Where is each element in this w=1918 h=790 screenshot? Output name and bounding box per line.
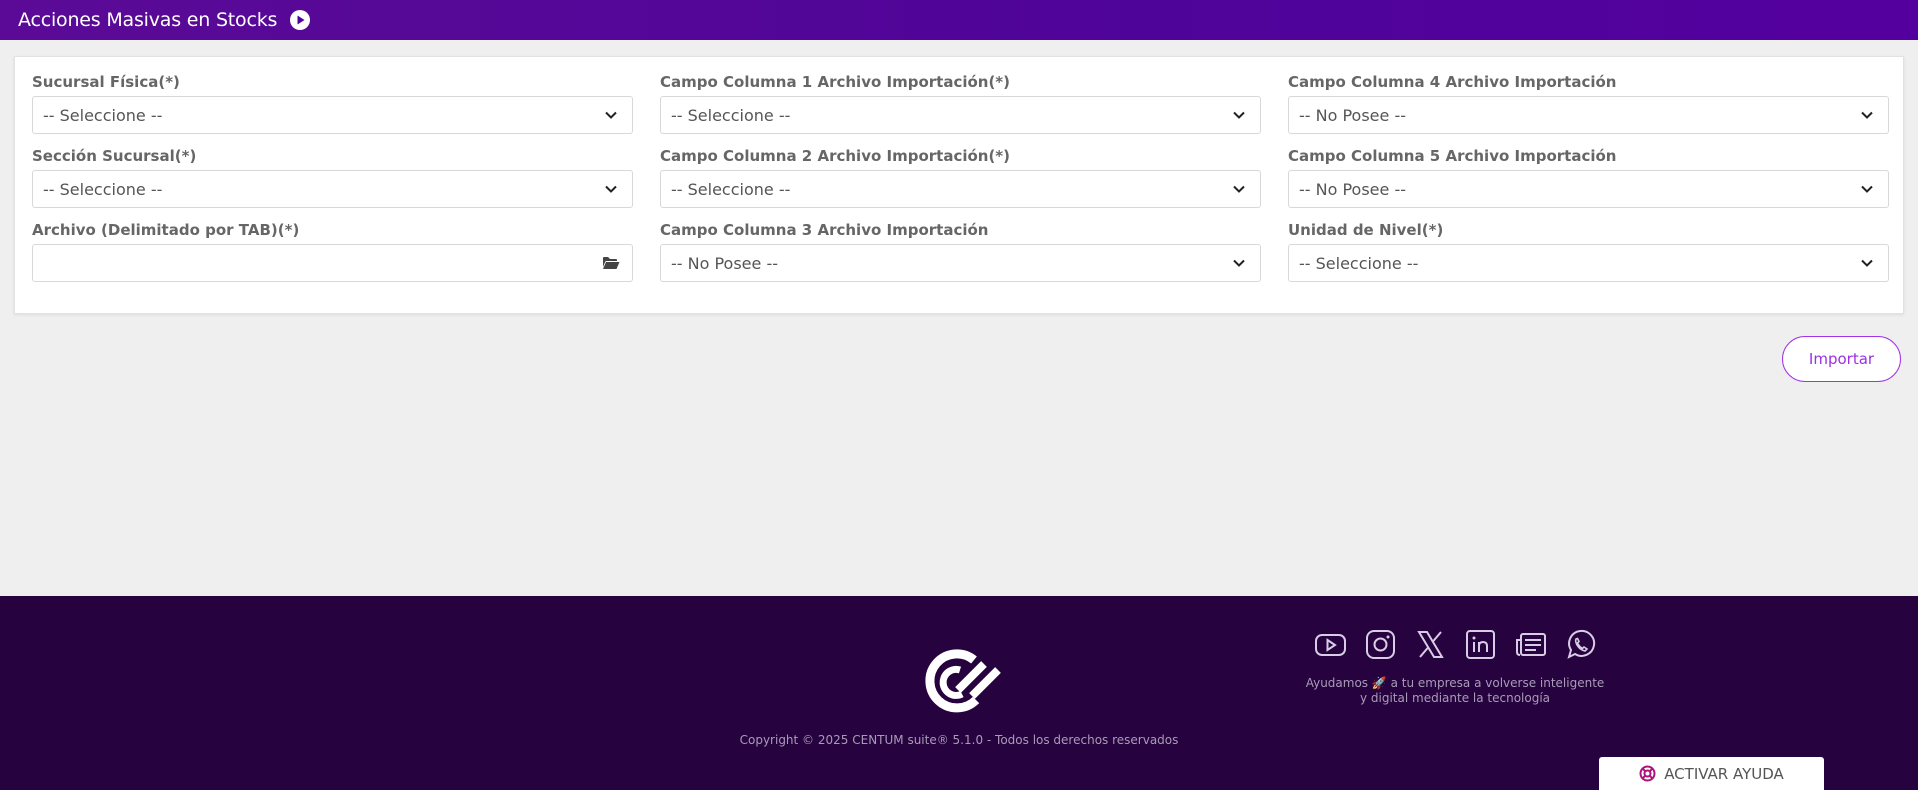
activate-help-label: ACTIVAR AYUDA (1664, 764, 1784, 783)
activate-help-button[interactable]: ACTIVAR AYUDA (1599, 757, 1824, 790)
sucursal-fisica-value: -- Seleccione -- (43, 105, 163, 125)
columna3-label: Campo Columna 3 Archivo Importación (660, 221, 989, 239)
columna5-value: -- No Posee -- (1299, 179, 1406, 199)
form-card: Sucursal Física(*) -- Seleccione -- Secc… (14, 56, 1904, 314)
chevron-down-icon (1860, 256, 1874, 270)
chevron-down-icon (604, 108, 618, 122)
columna4-select[interactable]: -- No Posee -- (1288, 96, 1889, 134)
columna2-label: Campo Columna 2 Archivo Importación(*) (660, 147, 1011, 165)
columna1-field: Campo Columna 1 Archivo Importación(*) -… (660, 72, 1261, 134)
centum-logo-icon (918, 646, 1002, 718)
sucursal-fisica-select[interactable]: -- Seleccione -- (32, 96, 633, 134)
page-header: Acciones Masivas en Stocks (0, 0, 1918, 40)
chevron-down-icon (604, 182, 618, 196)
columna4-field: Campo Columna 4 Archivo Importación -- N… (1288, 72, 1889, 134)
chevron-down-icon (1232, 256, 1246, 270)
columna2-select[interactable]: -- Seleccione -- (660, 170, 1261, 208)
columna1-select[interactable]: -- Seleccione -- (660, 96, 1261, 134)
columna4-label: Campo Columna 4 Archivo Importación (1288, 73, 1617, 91)
columna1-label: Campo Columna 1 Archivo Importación(*) (660, 73, 1011, 91)
seccion-sucursal-select[interactable]: -- Seleccione -- (32, 170, 633, 208)
unidad-nivel-label: Unidad de Nivel(*) (1288, 221, 1444, 239)
columna5-label: Campo Columna 5 Archivo Importación (1288, 147, 1617, 165)
chevron-down-icon (1860, 182, 1874, 196)
columna1-value: -- Seleccione -- (671, 105, 791, 125)
chevron-down-icon (1860, 108, 1874, 122)
lifebuoy-icon (1639, 765, 1656, 782)
archivo-file-input[interactable] (32, 244, 633, 282)
archivo-label: Archivo (Delimitado por TAB)(*) (32, 221, 300, 239)
columna5-select[interactable]: -- No Posee -- (1288, 170, 1889, 208)
news-icon[interactable] (1514, 628, 1547, 661)
columna2-value: -- Seleccione -- (671, 179, 791, 199)
page-title: Acciones Masivas en Stocks (18, 9, 278, 31)
seccion-sucursal-field: Sección Sucursal(*) -- Seleccione -- (32, 146, 633, 208)
copyright-text: Copyright © 2025 CENTUM suite® 5.1.0 - T… (739, 733, 1179, 747)
columna2-field: Campo Columna 2 Archivo Importación(*) -… (660, 146, 1261, 208)
chevron-down-icon (1232, 108, 1246, 122)
columna4-value: -- No Posee -- (1299, 105, 1406, 125)
columna3-select[interactable]: -- No Posee -- (660, 244, 1261, 282)
instagram-icon[interactable] (1364, 628, 1397, 661)
social-links (1314, 628, 1597, 661)
import-button[interactable]: Importar (1782, 336, 1901, 382)
unidad-nivel-select[interactable]: -- Seleccione -- (1288, 244, 1889, 282)
tagline-line-2: y digital mediante la tecnología (1359, 691, 1551, 705)
linkedin-icon[interactable] (1464, 628, 1497, 661)
youtube-icon[interactable] (1314, 628, 1347, 661)
tagline: Ayudamos 🚀 a tu empresa a volverse intel… (1300, 676, 1610, 706)
unidad-nivel-field: Unidad de Nivel(*) -- Seleccione -- (1288, 220, 1889, 282)
whatsapp-icon[interactable] (1564, 628, 1597, 661)
x-icon[interactable] (1414, 628, 1447, 661)
folder-open-icon[interactable] (602, 256, 620, 270)
sucursal-fisica-label: Sucursal Física(*) (32, 73, 180, 91)
seccion-sucursal-value: -- Seleccione -- (43, 179, 163, 199)
sucursal-fisica-field: Sucursal Física(*) -- Seleccione -- (32, 72, 633, 134)
columna5-field: Campo Columna 5 Archivo Importación -- N… (1288, 146, 1889, 208)
archivo-field: Archivo (Delimitado por TAB)(*) (32, 220, 633, 282)
columna3-value: -- No Posee -- (671, 253, 778, 273)
seccion-sucursal-label: Sección Sucursal(*) (32, 147, 197, 165)
tagline-line-1: Ayudamos 🚀 a tu empresa a volverse intel… (1305, 676, 1605, 690)
columna3-field: Campo Columna 3 Archivo Importación -- N… (660, 220, 1261, 282)
chevron-down-icon (1232, 182, 1246, 196)
unidad-nivel-value: -- Seleccione -- (1299, 253, 1419, 273)
play-circle-icon[interactable] (289, 9, 311, 31)
